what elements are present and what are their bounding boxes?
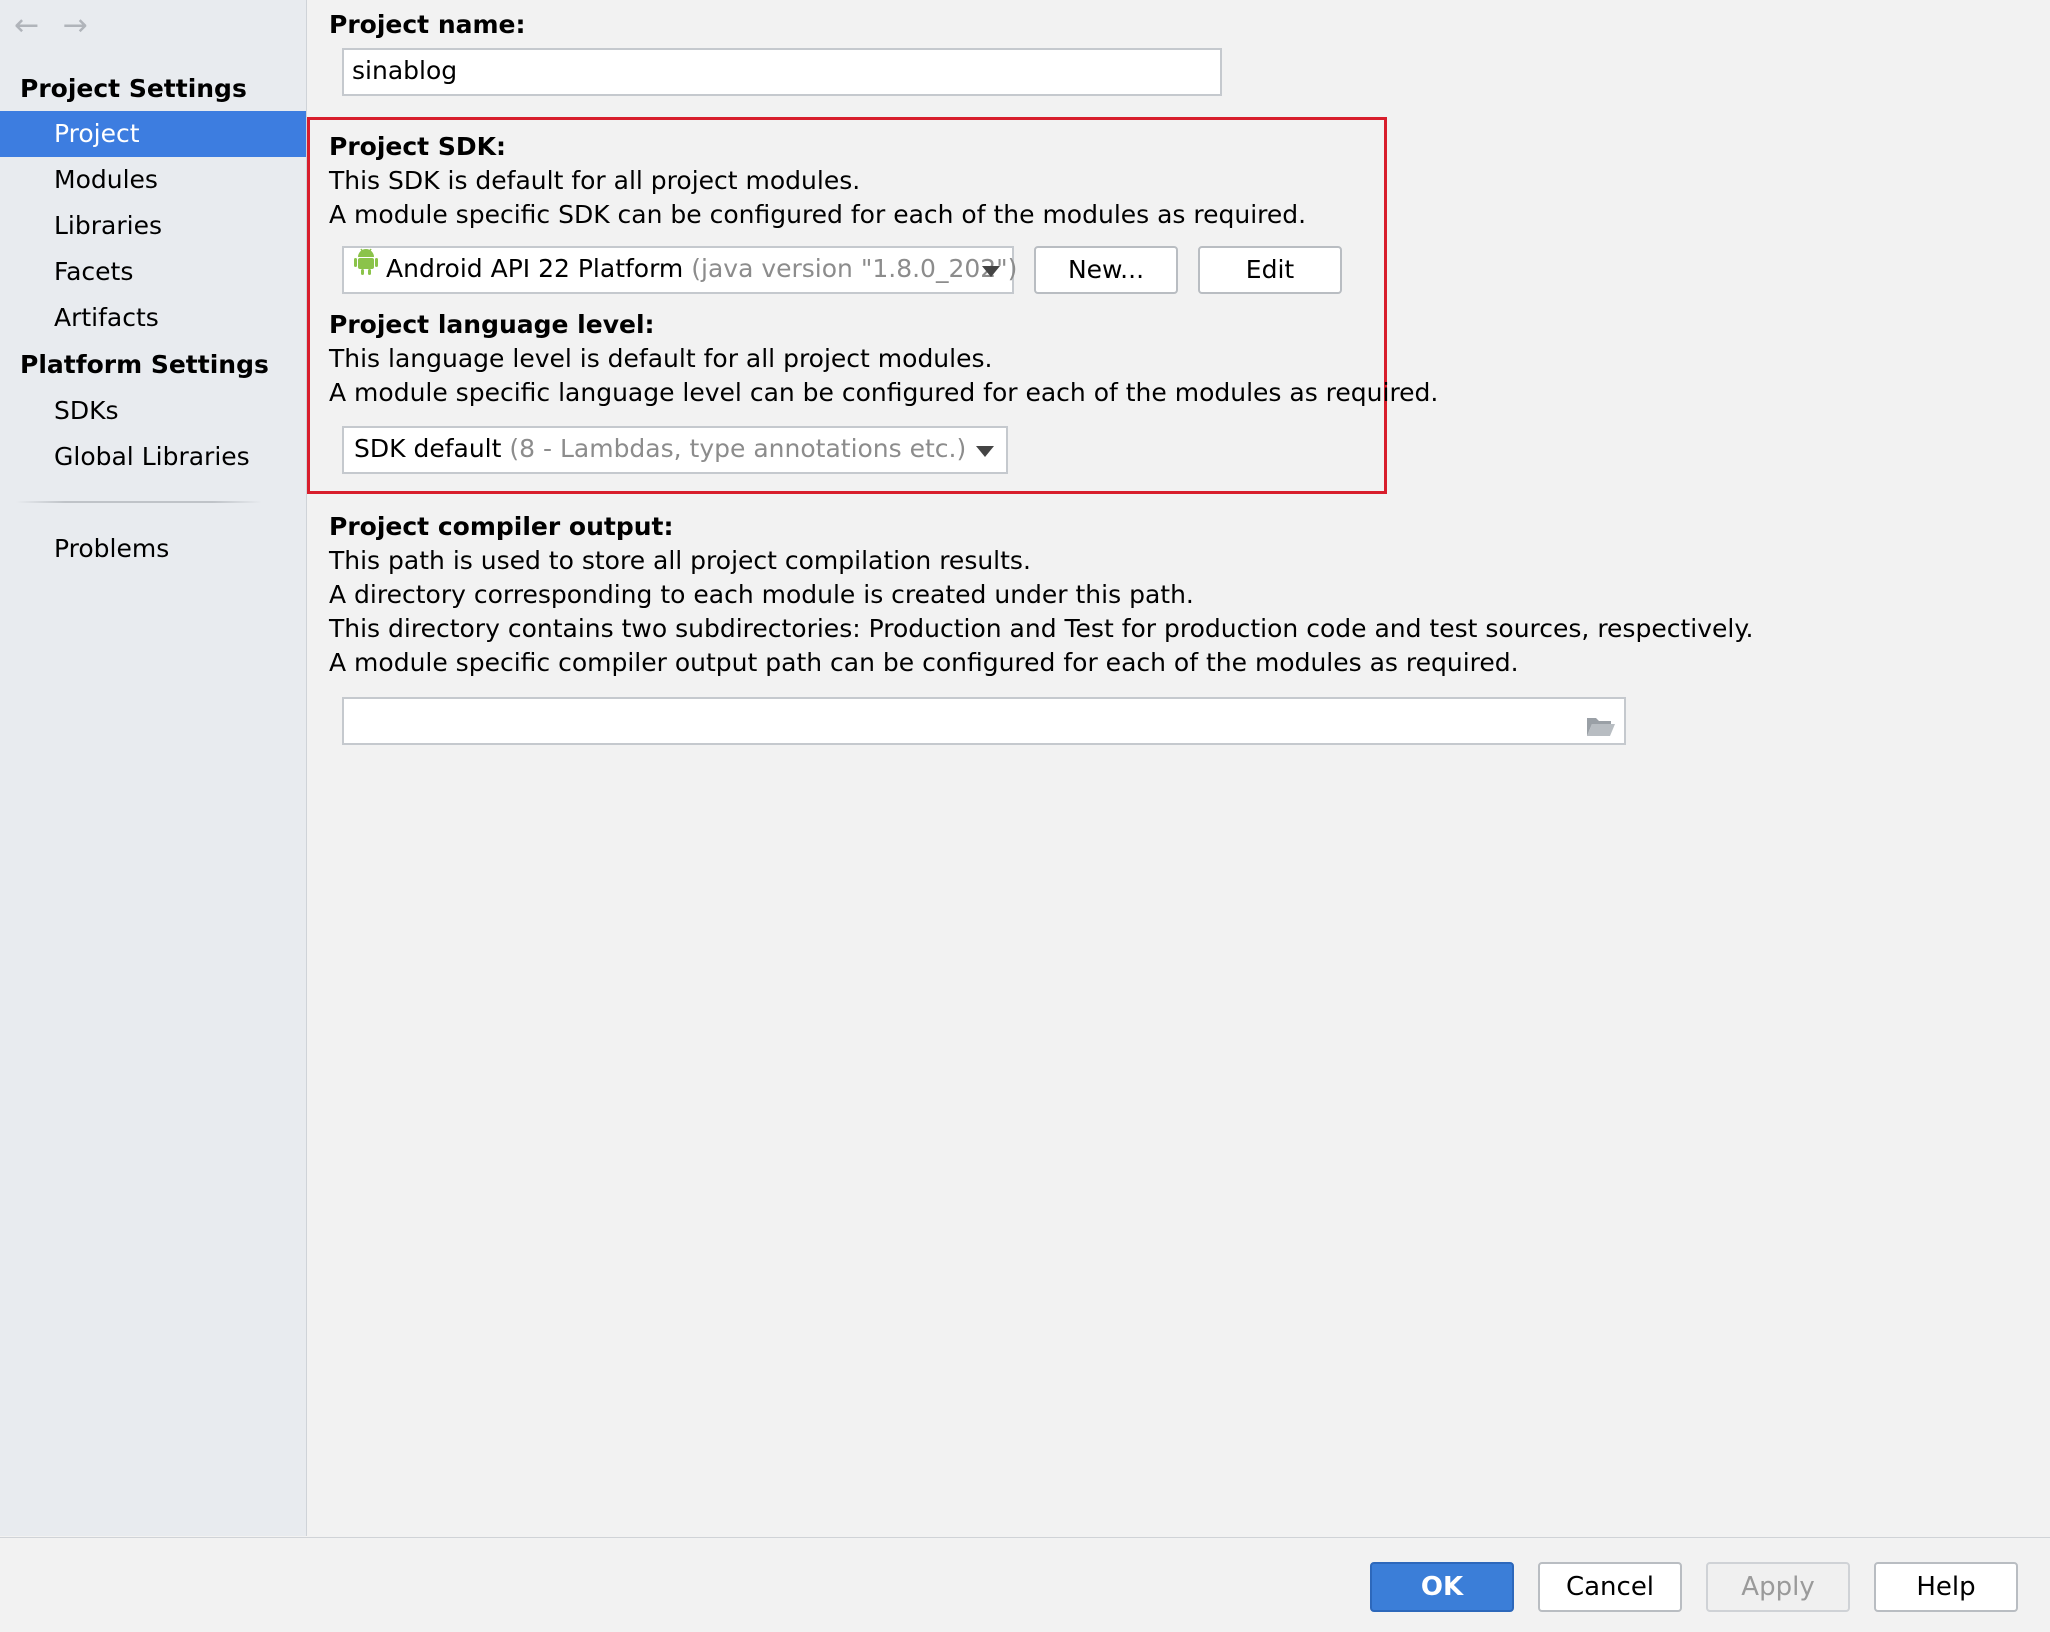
project-name-input[interactable]: sinablog	[342, 48, 1222, 96]
nav-arrows: ← →	[14, 8, 102, 43]
ok-button[interactable]: OK	[1370, 1562, 1514, 1612]
sidebar-item-sdks[interactable]: SDKs	[0, 388, 306, 434]
language-level-description-2: A module specific language level can be …	[329, 378, 1439, 407]
sidebar-item-modules[interactable]: Modules	[0, 157, 306, 203]
project-settings-header: Project Settings	[20, 74, 247, 103]
main-panel: Project name: sinablog Project SDK: This…	[307, 0, 2050, 1536]
cancel-button[interactable]: Cancel	[1538, 1562, 1682, 1612]
sidebar-item-artifacts[interactable]: Artifacts	[0, 295, 306, 341]
sidebar-item-libraries[interactable]: Libraries	[0, 203, 306, 249]
compiler-output-description-1: This path is used to store all project c…	[329, 546, 1031, 575]
sdk-selected-detail: (java version "1.8.0_202")	[691, 254, 1018, 283]
dialog-footer: OK Cancel Apply Help	[0, 1537, 2050, 1632]
compiler-output-label: Project compiler output:	[329, 512, 674, 541]
back-arrow-icon[interactable]: ←	[14, 8, 39, 43]
compiler-output-description-2: A directory corresponding to each module…	[329, 580, 1194, 609]
chevron-down-icon[interactable]	[976, 446, 994, 457]
compiler-output-description-4: A module specific compiler output path c…	[329, 648, 1519, 677]
sdk-select[interactable]: Android API 22 Platform (java version "1…	[342, 246, 1018, 294]
sdk-description-2: A module specific SDK can be configured …	[329, 200, 1307, 229]
project-sdk-label: Project SDK:	[329, 132, 506, 161]
sidebar-item-global-libraries[interactable]: Global Libraries	[0, 434, 306, 480]
apply-button[interactable]: Apply	[1706, 1562, 1850, 1612]
compiler-output-description-3: This directory contains two subdirectori…	[329, 614, 1754, 643]
project-name-label: Project name:	[329, 10, 526, 39]
sidebar-item-problems[interactable]: Problems	[0, 526, 306, 572]
android-icon	[354, 246, 378, 289]
forward-arrow-icon[interactable]: →	[63, 8, 88, 43]
language-level-label: Project language level:	[329, 310, 655, 339]
sdk-description-1: This SDK is default for all project modu…	[329, 166, 861, 195]
sidebar-item-facets[interactable]: Facets	[0, 249, 306, 295]
sdk-selected-value: Android API 22 Platform	[386, 254, 684, 283]
language-level-select[interactable]: SDK default (8 - Lambdas, type annotatio…	[342, 426, 1008, 474]
folder-icon[interactable]	[1586, 709, 1616, 751]
sidebar: ← → Project Settings Project Modules Lib…	[0, 0, 307, 1536]
new-sdk-button[interactable]: New...	[1034, 246, 1178, 294]
language-level-description-1: This language level is default for all p…	[329, 344, 993, 373]
language-level-selected-value: SDK default	[354, 434, 502, 463]
sidebar-divider	[16, 501, 262, 503]
edit-sdk-button[interactable]: Edit	[1198, 246, 1342, 294]
platform-settings-header: Platform Settings	[20, 350, 269, 379]
language-level-selected-detail: (8 - Lambdas, type annotations etc.)	[509, 434, 967, 463]
chevron-down-icon[interactable]	[982, 266, 1000, 277]
help-button[interactable]: Help	[1874, 1562, 2018, 1612]
compiler-output-path-input[interactable]	[342, 697, 1626, 745]
sidebar-item-project[interactable]: Project	[0, 111, 306, 157]
